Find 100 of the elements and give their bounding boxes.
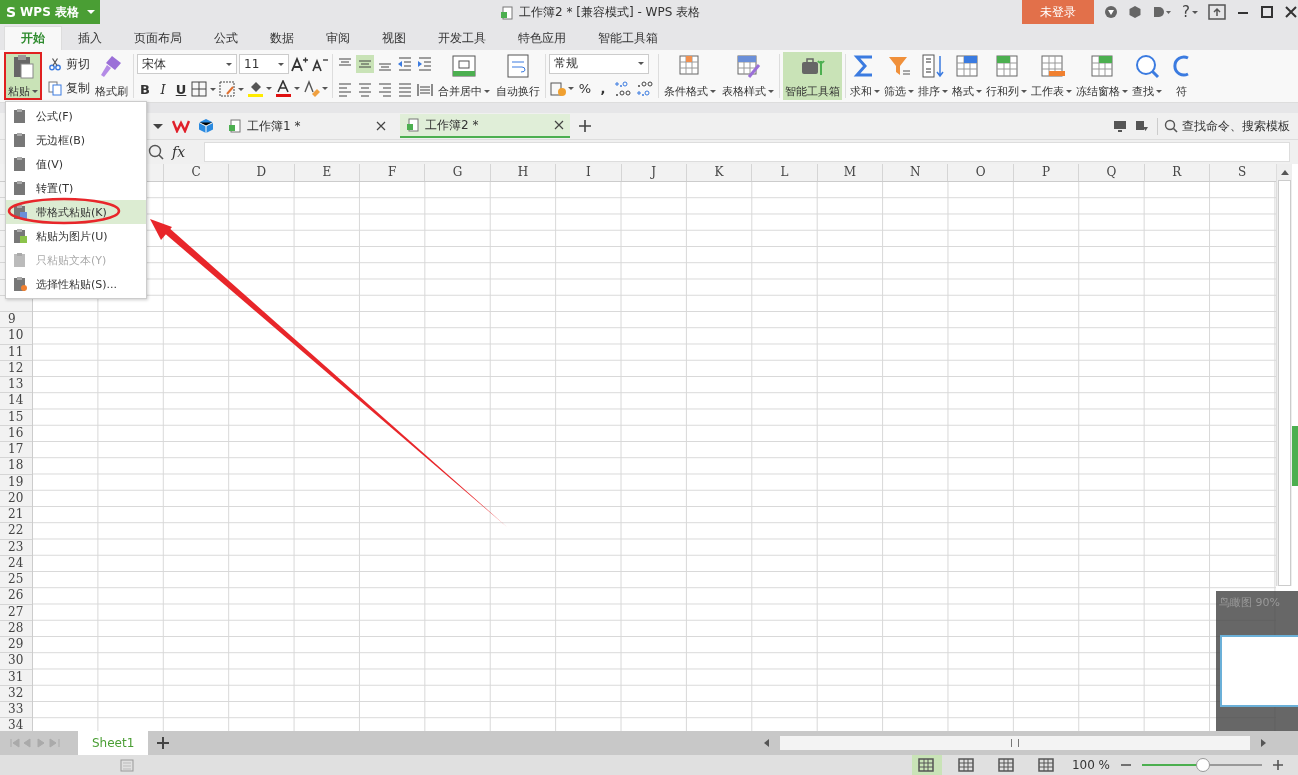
formula-input[interactable]	[204, 142, 1290, 162]
zoom-slider-thumb[interactable]	[1196, 758, 1211, 772]
ribbon-tab[interactable]: 公式	[198, 26, 254, 50]
wrap-text-button[interactable]: 自动换行	[494, 52, 542, 100]
side-panel-handle[interactable]	[1292, 426, 1298, 486]
column-header[interactable]: E	[293, 164, 359, 181]
ribbon-tab[interactable]: 审阅	[310, 26, 366, 50]
restore-ribbon-icon[interactable]	[1208, 4, 1226, 20]
paste-button[interactable]: 粘贴	[4, 52, 42, 100]
column-header[interactable]: K	[685, 164, 752, 181]
row-header[interactable]: 12	[0, 360, 32, 377]
add-sheet-icon[interactable]	[156, 736, 171, 750]
row-header[interactable]: 17	[0, 442, 32, 459]
currency-icon[interactable]	[549, 79, 575, 98]
format-painter-button[interactable]: 格式刷	[92, 52, 130, 100]
ribbon-tab[interactable]: 数据	[254, 26, 310, 50]
comma-style-button[interactable]: ,	[595, 81, 611, 96]
hexagon-icon[interactable]	[1128, 5, 1143, 19]
row-header[interactable]: 10	[0, 328, 32, 345]
grow-font-icon[interactable]	[291, 55, 309, 73]
row-header[interactable]: 29	[0, 637, 32, 654]
row-header[interactable]: 30	[0, 653, 32, 670]
ribbon-tab[interactable]: 智能工具箱	[582, 26, 674, 50]
merge-center-button[interactable]: 合并居中	[436, 52, 492, 100]
column-header[interactable]: I	[555, 164, 621, 181]
maximize-icon[interactable]	[1260, 5, 1274, 19]
fill-pattern-icon[interactable]	[219, 81, 245, 97]
column-header[interactable]: O	[947, 164, 1013, 181]
ribbon-dropdown-button[interactable]: 查找	[1131, 52, 1163, 100]
row-header[interactable]: 14	[0, 393, 32, 410]
row-header[interactable]: 13	[0, 377, 32, 394]
menu-item[interactable]: 转置(T)	[6, 176, 146, 200]
decrease-decimal-icon[interactable]	[635, 78, 655, 99]
font-color-icon[interactable]	[275, 80, 301, 98]
normal-view-button[interactable]	[911, 755, 942, 775]
menu-item[interactable]: 选择性粘贴(S)...	[6, 272, 146, 296]
menu-item[interactable]: 粘贴为图片(U)	[6, 224, 146, 248]
underline-button[interactable]: U	[173, 81, 189, 97]
ribbon-tab[interactable]: 特色应用	[502, 26, 582, 50]
help-button[interactable]: ?	[1182, 3, 1198, 21]
scroll-left-icon[interactable]	[762, 738, 772, 748]
decrease-indent-icon[interactable]	[396, 54, 414, 73]
row-header[interactable]: 32	[0, 685, 32, 702]
row-header[interactable]: 16	[0, 425, 32, 442]
column-header[interactable]: M	[816, 164, 883, 181]
clear-format-icon[interactable]	[303, 80, 329, 98]
ribbon-tab[interactable]: 页面布局	[118, 26, 198, 50]
scroll-right-icon[interactable]	[1258, 738, 1268, 748]
column-header[interactable]: P	[1012, 164, 1079, 181]
row-header[interactable]: 19	[0, 474, 32, 491]
font-name-select[interactable]: 宋体	[137, 54, 237, 74]
column-header[interactable]: N	[882, 164, 948, 181]
smart-toolbox-button[interactable]: 智能工具箱	[783, 52, 842, 100]
ribbon-tab[interactable]: 插入	[62, 26, 118, 50]
row-header[interactable]: 25	[0, 572, 32, 589]
column-header[interactable]: D	[228, 164, 294, 181]
row-header[interactable]: 27	[0, 604, 32, 621]
row-header[interactable]: 33	[0, 702, 32, 719]
cube-icon[interactable]	[198, 118, 214, 134]
sheet-thumbnail[interactable]	[1220, 635, 1298, 707]
row-header[interactable]: 18	[0, 458, 32, 475]
ribbon-tab[interactable]: 开发工具	[422, 26, 502, 50]
cut-button[interactable]: 剪切	[47, 55, 90, 73]
borders-icon[interactable]	[191, 81, 217, 97]
copy-button[interactable]: 复制	[47, 79, 90, 97]
scroll-thumb[interactable]	[1278, 179, 1291, 586]
insert-function-button[interactable]: fx	[172, 144, 196, 160]
row-header[interactable]: 20	[0, 490, 32, 507]
table-style-button[interactable]: 表格样式	[720, 52, 776, 100]
menu-item[interactable]: 公式(F)	[6, 104, 146, 128]
row-header[interactable]: 11	[0, 344, 32, 361]
ribbon-button[interactable]: 符	[1165, 52, 1197, 100]
font-size-select[interactable]: 11	[239, 54, 289, 74]
new-tab-icon[interactable]	[578, 119, 592, 133]
column-header[interactable]: J	[620, 164, 686, 181]
number-format-select[interactable]: 常规	[549, 53, 649, 74]
ribbon-dropdown-button[interactable]: 行和列	[985, 52, 1028, 100]
column-header[interactable]: H	[489, 164, 556, 181]
column-header[interactable]: F	[358, 164, 425, 181]
column-header[interactable]: S	[1209, 164, 1275, 181]
row-header[interactable]: 26	[0, 588, 32, 605]
column-header[interactable]: G	[424, 164, 490, 181]
horizontal-scrollbar[interactable]	[780, 736, 1250, 750]
increase-indent-icon[interactable]	[416, 54, 434, 73]
row-header[interactable]: 22	[0, 523, 32, 540]
zoom-formula-icon[interactable]	[148, 144, 164, 160]
ribbon-tab[interactable]: 视图	[366, 26, 422, 50]
column-header[interactable]: L	[751, 164, 817, 181]
monitor-icon[interactable]	[1113, 119, 1127, 133]
row-header[interactable]: 24	[0, 555, 32, 572]
conditional-format-button[interactable]: 条件格式	[662, 52, 718, 100]
document-tab[interactable]: 工作簿1 *	[222, 114, 392, 138]
column-header[interactable]: Q	[1078, 164, 1144, 181]
document-tab[interactable]: 工作簿2 *	[400, 114, 570, 138]
w-logo-icon[interactable]	[172, 119, 190, 133]
row-header[interactable]: 31	[0, 669, 32, 686]
row-header[interactable]: 28	[0, 620, 32, 637]
command-search[interactable]: 查找命令、搜索模板	[1157, 117, 1290, 135]
ribbon-dropdown-button[interactable]: 格式	[951, 52, 983, 100]
increase-decimal-icon[interactable]	[613, 78, 633, 99]
